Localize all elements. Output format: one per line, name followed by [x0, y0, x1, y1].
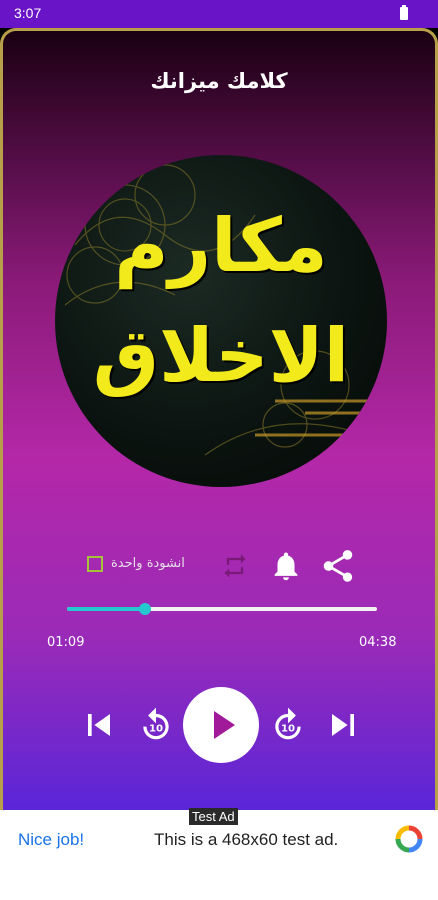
playback-controls: 10 10 [3, 679, 435, 763]
options-row: انشودة واحدة [3, 546, 435, 586]
repeat-icon[interactable] [221, 552, 249, 584]
play-button[interactable] [183, 687, 259, 763]
skip-next-icon[interactable] [321, 703, 365, 751]
ad-banner[interactable]: Test Ad Nice job! This is a 468x60 test … [0, 808, 438, 900]
single-track-label: انشودة واحدة [111, 556, 185, 571]
skip-previous-icon[interactable] [77, 703, 121, 751]
status-time: 3:07 [14, 5, 42, 21]
forward-seconds: 10 [281, 724, 295, 735]
rewind-seconds: 10 [149, 724, 163, 735]
artwork-title-line2: الاخلاق [92, 313, 350, 399]
player-screen: كلامك ميزانك مكارم الاخلاق انشودة واحدة … [0, 28, 438, 810]
album-artwork: مكارم الاخلاق [55, 155, 387, 487]
rewind-10-icon[interactable]: 10 [137, 705, 175, 749]
current-time: 01:09 [47, 635, 85, 650]
status-bar: 3:07 [0, 0, 438, 28]
bell-icon[interactable] [269, 546, 303, 590]
ad-tag: Test Ad [189, 808, 238, 825]
share-icon[interactable] [319, 546, 357, 590]
single-track-checkbox[interactable] [87, 556, 103, 572]
play-icon [214, 711, 235, 739]
ad-text[interactable]: This is a 468x60 test ad. [154, 830, 338, 850]
seek-thumb[interactable] [138, 603, 151, 615]
ad-left-text[interactable]: Nice job! [18, 830, 84, 850]
total-time: 04:38 [359, 635, 397, 650]
forward-10-icon[interactable]: 10 [269, 705, 307, 749]
seek-progress [67, 607, 145, 611]
artwork-title-line1: مكارم [114, 203, 328, 289]
battery-icon [400, 5, 408, 20]
page-title: كلامك ميزانك [150, 69, 288, 93]
ad-logo-icon[interactable] [394, 824, 424, 858]
seek-bar[interactable] [67, 603, 377, 615]
